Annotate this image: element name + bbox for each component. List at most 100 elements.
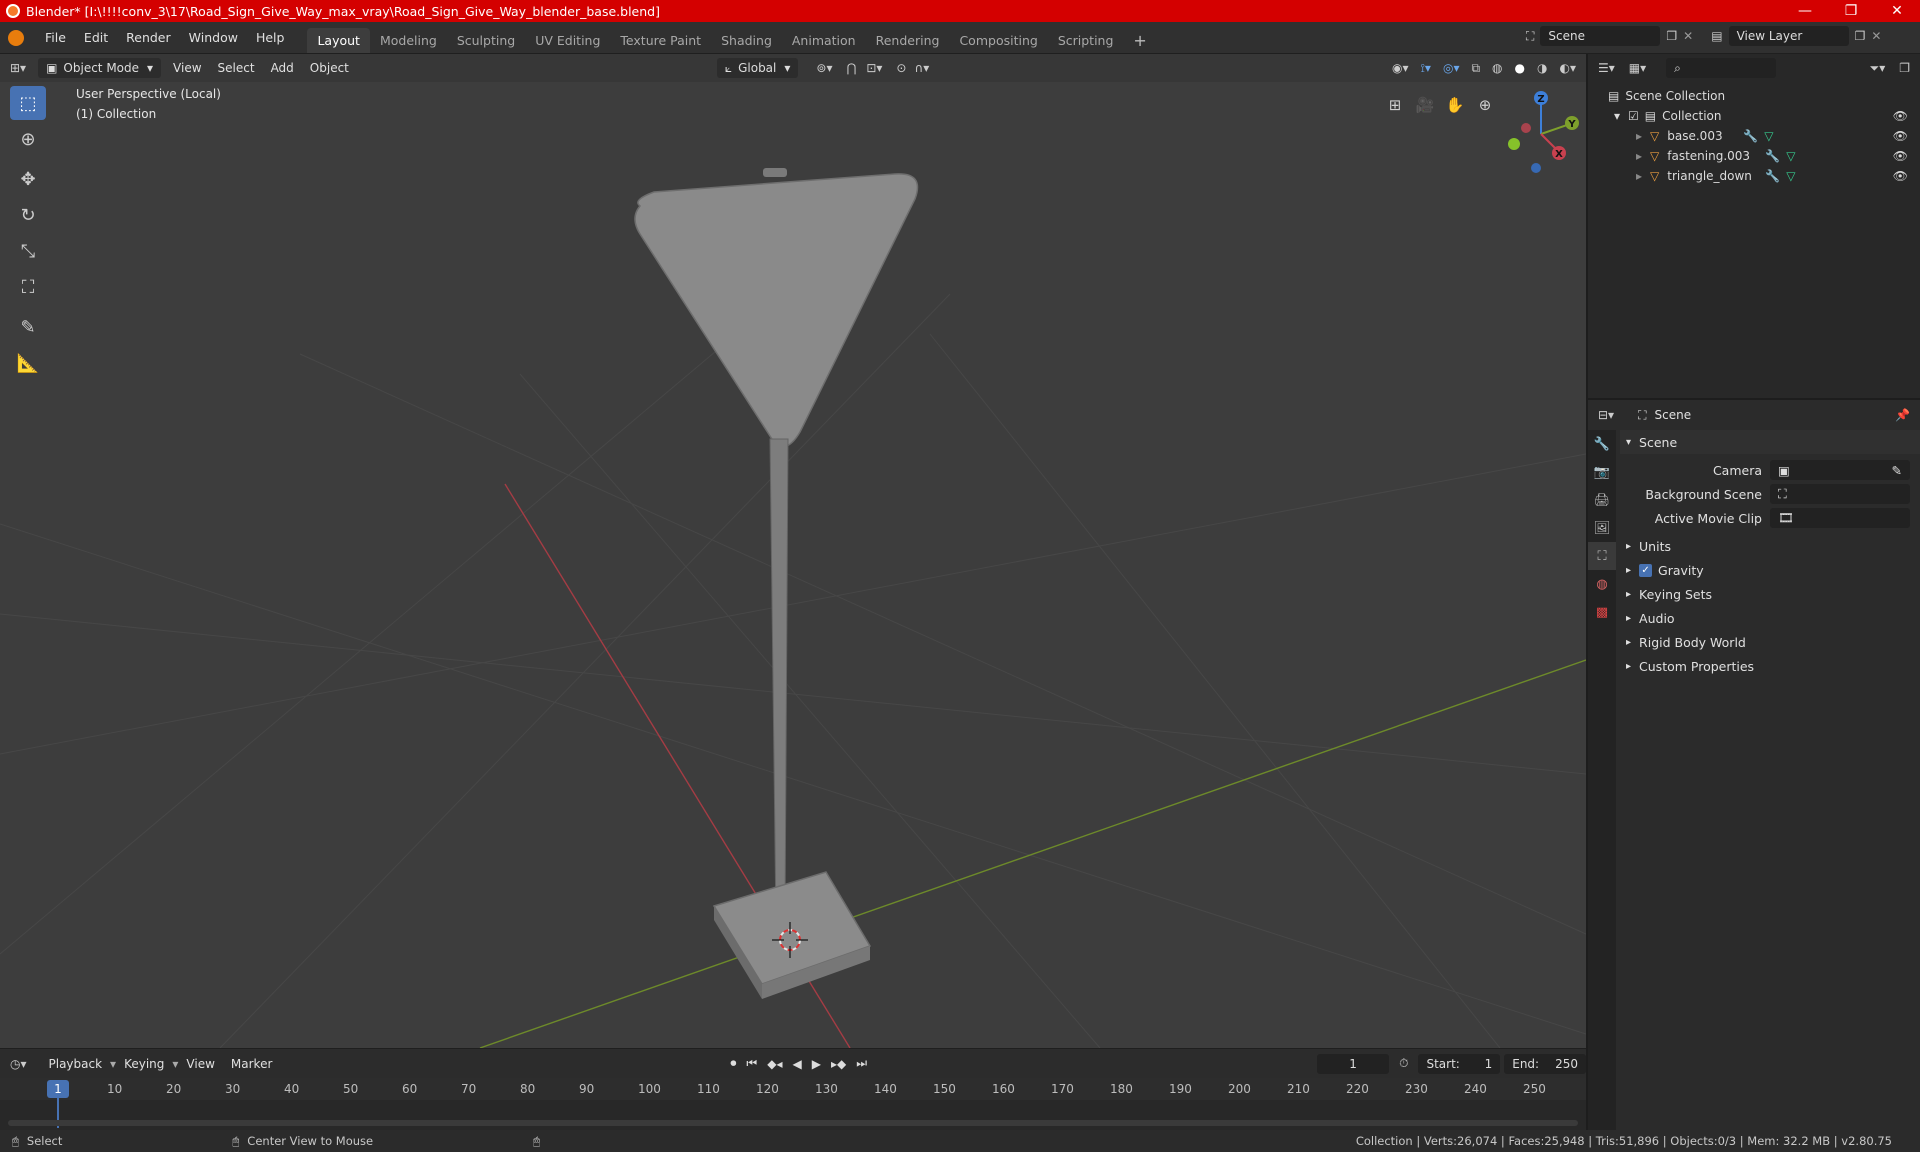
tool-tab-icon[interactable]: 🔧 — [1588, 430, 1616, 458]
checkbox-icon[interactable]: ☑ — [1628, 109, 1639, 123]
outliner-collection[interactable]: ▾ ☑ ▤ Collection 👁 — [1588, 106, 1920, 126]
display-mode-icon[interactable]: ▦▾ — [1629, 61, 1646, 75]
play-reverse-icon[interactable]: ◀ — [792, 1057, 801, 1071]
timeline-menu-playback[interactable]: Playback — [41, 1057, 111, 1071]
timeline-area[interactable]: 10 20 30 40 50 60 70 80 90 100 110 120 130 140 150 160 1… — [0, 1078, 1586, 1130]
transform-tool-icon[interactable]: ⛶ — [10, 270, 46, 304]
object-mode-dropdown[interactable]: ▣ Object Mode ▾ — [38, 58, 162, 78]
delete-scene-icon[interactable]: ✕ — [1683, 29, 1693, 43]
tab-animation[interactable]: Animation — [782, 28, 866, 53]
eye-icon[interactable]: 👁 — [1893, 149, 1908, 163]
gravity-checkbox[interactable]: ✓ — [1639, 563, 1653, 577]
menu-render[interactable]: Render — [117, 30, 180, 45]
scene-field[interactable]: Scene — [1540, 26, 1661, 46]
prev-keyframe-icon[interactable]: ◆◂ — [767, 1057, 782, 1071]
viewport-menu-add[interactable]: Add — [263, 61, 302, 75]
frame-ruler[interactable]: 10 20 30 40 50 60 70 80 90 100 110 120 130 140 150 160 1… — [0, 1078, 1586, 1100]
expand-arrow-icon[interactable]: ▸ — [1636, 149, 1642, 163]
material-shading-icon[interactable]: ◑ — [1537, 61, 1547, 75]
gizmo-neg-y[interactable] — [1508, 138, 1520, 150]
measure-tool-icon[interactable]: 📐 — [10, 346, 46, 380]
tab-rendering[interactable]: Rendering — [866, 28, 950, 53]
viewport-menu-view[interactable]: View — [165, 61, 209, 75]
texture-tab-icon[interactable]: ▩ — [1588, 598, 1616, 626]
snap-icon[interactable]: ⋂ — [846, 61, 856, 75]
custom-properties-panel-header[interactable]: ▸ Custom Properties — [1620, 654, 1920, 678]
add-workspace-button[interactable]: + — [1123, 31, 1156, 50]
viewport-menu-select[interactable]: Select — [210, 61, 263, 75]
transform-orientation-dropdown[interactable]: ⟀ Global ▾ — [716, 58, 799, 78]
properties-editor-icon[interactable]: ⊟▾ — [1598, 408, 1614, 422]
triangle-sign-plate[interactable] — [634, 173, 919, 448]
outliner-editor-icon[interactable]: ☰▾ — [1598, 61, 1615, 75]
solid-shading-icon[interactable]: ● — [1515, 61, 1525, 75]
expand-arrow-icon[interactable]: ▸ — [1636, 169, 1642, 183]
audio-panel-header[interactable]: ▸ Audio — [1620, 606, 1920, 630]
gravity-panel-header[interactable]: ▸ ✓ Gravity — [1620, 558, 1920, 582]
timeline-scrollbar[interactable] — [8, 1120, 1578, 1126]
maximize-button[interactable]: ❐ — [1828, 3, 1874, 19]
rendered-shading-icon[interactable]: ◐▾ — [1560, 61, 1577, 75]
tab-layout[interactable]: Layout — [307, 28, 370, 53]
outliner-scene-collection[interactable]: ▤ Scene Collection — [1588, 86, 1920, 106]
outliner-object-base[interactable]: ▸ ▽ base.003 🔧 ▽ 👁 — [1588, 126, 1920, 146]
units-panel-header[interactable]: ▸ Units — [1620, 534, 1920, 558]
eye-icon[interactable]: 👁 — [1893, 169, 1908, 183]
mesh-data-icon[interactable]: ▽ — [1786, 169, 1795, 183]
blender-menu-icon[interactable] — [8, 29, 24, 46]
new-scene-icon[interactable]: ❐ — [1666, 29, 1677, 43]
3d-viewport[interactable]: ⊞▾ ▣ Object Mode ▾ View Select Add Objec… — [0, 54, 1586, 1048]
mesh-data-icon[interactable]: ▽ — [1764, 129, 1773, 143]
delete-view-layer-icon[interactable]: ✕ — [1871, 29, 1881, 43]
menu-window[interactable]: Window — [180, 30, 247, 45]
visibility-icon[interactable]: ◉▾ — [1392, 61, 1409, 75]
tab-sculpting[interactable]: Sculpting — [447, 28, 525, 53]
eye-icon[interactable]: 👁 — [1893, 109, 1908, 123]
grid-view-icon[interactable]: ⊞ — [1380, 90, 1410, 120]
world-tab-icon[interactable]: ◍ — [1588, 570, 1616, 598]
eyedropper-icon[interactable]: ✎ — [1892, 463, 1902, 478]
gizmo-neg-x[interactable] — [1521, 123, 1531, 133]
minimize-button[interactable]: — — [1782, 3, 1828, 19]
tab-texture-paint[interactable]: Texture Paint — [610, 28, 711, 53]
expand-arrow-icon[interactable]: ▾ — [1614, 109, 1620, 123]
view-layer-field[interactable]: View Layer — [1728, 26, 1849, 46]
jump-start-icon[interactable]: ⏮ — [746, 1056, 757, 1071]
cursor-tool-icon[interactable]: ⊕ — [10, 122, 46, 156]
timeline-menu-keying[interactable]: Keying — [116, 1057, 172, 1071]
output-tab-icon[interactable]: 🖨 — [1588, 486, 1616, 514]
movie-clip-field[interactable]: 🎞 — [1770, 508, 1910, 528]
new-view-layer-icon[interactable]: ❐ — [1855, 29, 1866, 43]
outliner-object-fastening[interactable]: ▸ ▽ fastening.003 🔧 ▽ 👁 — [1588, 146, 1920, 166]
select-box-tool-icon[interactable]: ⬚ — [10, 86, 46, 120]
jump-end-icon[interactable]: ⏭ — [856, 1056, 867, 1071]
rotate-tool-icon[interactable]: ↻ — [10, 198, 46, 232]
editor-type-icon[interactable]: ⊞▾ — [10, 61, 26, 75]
tab-scripting[interactable]: Scripting — [1048, 28, 1124, 53]
viewport-menu-object[interactable]: Object — [302, 61, 357, 75]
timeline-menu-view[interactable]: View — [178, 1057, 222, 1071]
navigation-gizmo[interactable]: Z Y X — [1496, 84, 1586, 184]
pivot-point-icon[interactable]: ⊚▾ — [816, 61, 832, 75]
timeline-editor-icon[interactable]: ◷▾ — [10, 1057, 27, 1071]
move-tool-icon[interactable]: ✥ — [10, 162, 46, 196]
menu-help[interactable]: Help — [247, 30, 294, 45]
rigid-body-world-panel-header[interactable]: ▸ Rigid Body World — [1620, 630, 1920, 654]
outliner-object-triangle[interactable]: ▸ ▽ triangle_down 🔧 ▽ 👁 — [1588, 166, 1920, 186]
current-frame-indicator[interactable]: 1 — [47, 1080, 69, 1098]
eye-icon[interactable]: 👁 — [1893, 129, 1908, 143]
render-tab-icon[interactable]: 📷 — [1588, 458, 1616, 486]
scale-tool-icon[interactable]: ⤡ — [10, 234, 46, 268]
gizmo-toggle-icon[interactable]: ⟟▾ — [1420, 61, 1431, 76]
outliner-search-input[interactable]: ⌕ — [1666, 58, 1777, 78]
falloff-icon[interactable]: ∩▾ — [914, 61, 929, 75]
overlay-toggle-icon[interactable]: ◎▾ — [1443, 61, 1460, 75]
stopwatch-icon[interactable]: ⏱ — [1399, 1056, 1408, 1071]
sign-pole[interactable] — [769, 438, 789, 925]
mesh-data-icon[interactable]: ▽ — [1786, 149, 1795, 163]
proportional-editing-icon[interactable]: ⊙ — [896, 61, 906, 75]
tab-modeling[interactable]: Modeling — [370, 28, 447, 53]
timeline-menu-marker[interactable]: Marker — [223, 1057, 280, 1071]
record-icon[interactable]: ⏺ — [730, 1056, 736, 1071]
sign-fastening[interactable] — [763, 168, 787, 177]
